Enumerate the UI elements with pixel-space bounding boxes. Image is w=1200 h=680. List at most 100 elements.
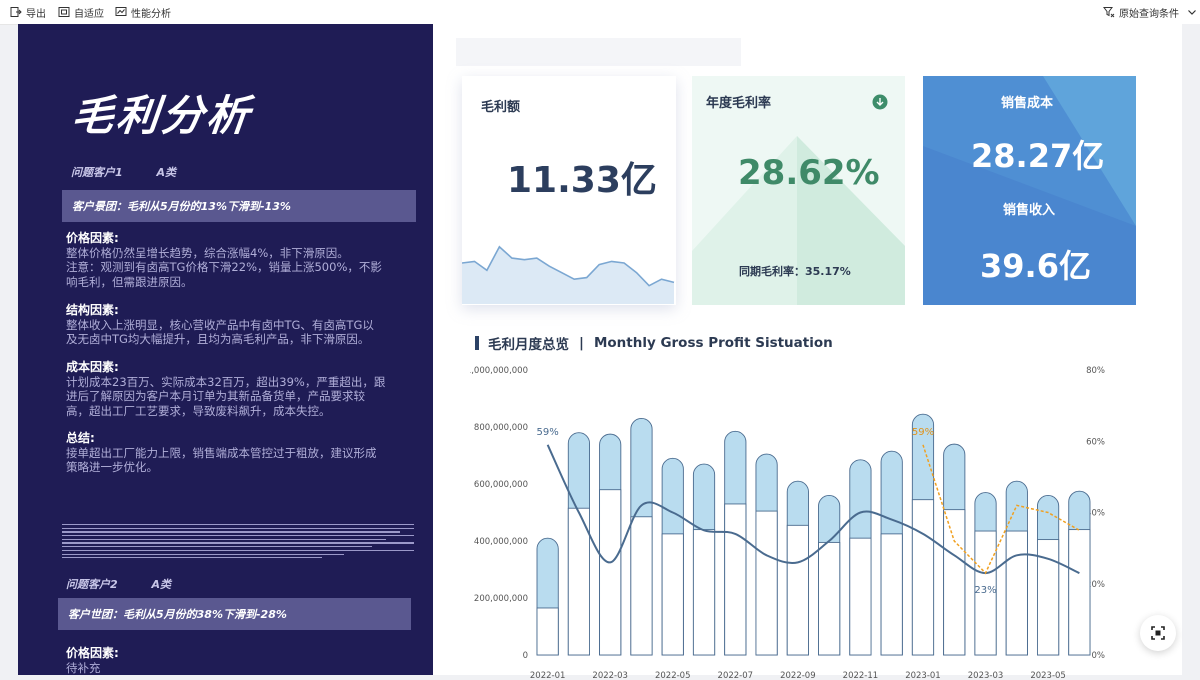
x-tick-label: 2022-11 — [843, 671, 879, 680]
section-heading: 结构因素: — [66, 303, 119, 317]
y-tick-label: 200,000,000 — [474, 594, 528, 604]
y-tick-label: 600,000,000 — [474, 480, 528, 490]
sales-cost-label: 销售成本 — [1001, 96, 1054, 111]
x-tick-label: 2023-01 — [905, 671, 941, 680]
customer1-summary-section: 总结: 接单超出工厂能力上限，销售端成本管控过于粗放，建议形成 策略进一步优化。 — [66, 431, 411, 475]
y2-tick-label: 0% — [1092, 651, 1106, 661]
chevron-down-icon — [1188, 10, 1196, 15]
x-tick-label: 2022-01 — [530, 671, 566, 680]
scroll-gutter — [1182, 24, 1200, 675]
x-tick-label: 2023-03 — [968, 671, 1004, 680]
section-heading: 价格因素: — [66, 231, 119, 245]
prior-rate-value: 35.17% — [805, 265, 851, 278]
export-label: 导出 — [26, 8, 46, 20]
prior-rate: 同期毛利率：35.17% — [739, 263, 851, 279]
customer1-cost-section: 成本因素: 计划成本23百万、实际成本32百万，超出39%，严重超出，跟 进后了… — [66, 360, 411, 418]
customer1-class: A类 — [156, 166, 177, 179]
section-line: 进后了解原因为客户本月订单为其新品备货单，产品要求较 — [66, 389, 365, 403]
y-tick-label: 400,000,000 — [474, 537, 528, 547]
focus-icon — [1151, 626, 1165, 640]
x-tick-label: 2022-07 — [718, 671, 754, 680]
data-label: 23% — [974, 585, 996, 596]
bar-inner — [599, 489, 622, 656]
panel-title: 毛利分析 — [69, 91, 255, 140]
x-tick-label: 2022-09 — [780, 671, 816, 680]
perf-analysis-button[interactable]: 性能分析 — [115, 5, 171, 20]
customer2-tag: 问题客户2 — [66, 578, 118, 591]
down-arrow-icon — [872, 94, 888, 110]
title-accent-bar — [475, 336, 479, 350]
customer1-tag: 问题客户1 — [71, 166, 123, 179]
customer1-price-section: 价格因素: 整体价格仍然呈增长趋势，综合涨幅4%，非下滑原因。 注意：观测到有卤… — [66, 231, 411, 289]
annual-rate-value: 28.62% — [738, 153, 880, 193]
customer2-tag-row: 问题客户2 A类 — [66, 576, 201, 592]
fit-screen-icon — [58, 7, 70, 17]
section-line: 响毛利，但需跟进原因。 — [66, 274, 193, 289]
performance-icon — [115, 7, 127, 16]
margin-rate-line — [546, 444, 1080, 575]
chart-title: 毛利月度总览 | Monthly Gross Profit Sistuation — [475, 333, 833, 353]
y-tick-label: 0 — [523, 651, 528, 661]
fullscreen-button[interactable] — [1140, 615, 1176, 651]
original-query-button[interactable]: 原始查询条件 — [1103, 5, 1198, 20]
bar-inner — [692, 529, 716, 656]
section-line: 高，超出工厂工艺要求，导致废料飙升，成本失控。 — [66, 403, 331, 418]
gross-profit-sparkline — [462, 245, 675, 304]
section-heading: 总结: — [66, 431, 95, 445]
export-icon — [10, 7, 22, 17]
customer1-tag-row: 问题客户1 A类 — [71, 164, 206, 180]
section-line: 注意：观测到有卤高TG价格下滑22%，销量上涨500%，不影 — [66, 260, 382, 274]
export-button[interactable]: 导出 — [10, 5, 46, 20]
original-query-label: 原始查询条件 — [1119, 8, 1179, 20]
x-tick-label: 2023-05 — [1030, 671, 1066, 680]
bar-inner — [724, 503, 747, 656]
x-tick-label: 2022-05 — [655, 671, 691, 680]
adaptive-label: 自适应 — [74, 8, 104, 20]
sales-revenue-value: 39.6亿 — [980, 247, 1091, 285]
y-tick-label: 1,000,000,000 — [470, 366, 528, 376]
decorative-stripes — [62, 524, 414, 564]
section-line: 待补充 — [66, 660, 101, 675]
bar-inner — [849, 537, 872, 656]
bar-inner — [880, 533, 903, 656]
x-tick-label: 2022-03 — [592, 671, 628, 680]
chart-title-en: Monthly Gross Profit Sistuation — [593, 335, 833, 351]
kpi-annual-rate-card: 年度毛利率 28.62% 同期毛利率：35.17% — [692, 76, 905, 305]
bar-inner — [661, 533, 684, 656]
customer2-price-section: 价格因素: 待补充 — [66, 646, 411, 675]
monthly-gross-profit-chart: 1,000,000,000 800,000,000 600,000,000 400,0… — [470, 366, 1106, 680]
customer1-structure-section: 结构因素: 整体收入上涨明显，核心营收产品中有卤中TG、有卤高TG以 及无卤中T… — [66, 303, 411, 347]
bar-inner — [1005, 530, 1028, 656]
y2-tick-label: 60% — [1086, 437, 1105, 447]
kpi-gross-profit-card: 毛利额 11.33亿 — [462, 76, 676, 305]
prior-rate-label: 同期毛利率： — [739, 265, 805, 278]
y-tick-label: 800,000,000 — [474, 423, 528, 433]
section-line: 计划成本23百万、实际成本32百万，超出39%，严重超出，跟 — [66, 374, 386, 389]
section-line: 及无卤中TG均大幅提升，且均为高毛利产品，非下滑原因。 — [66, 332, 370, 346]
chart-title-cn: 毛利月度总览 — [488, 337, 569, 353]
bar-inner — [1068, 529, 1091, 656]
bar-inner — [911, 499, 935, 656]
bar-inner — [943, 509, 966, 656]
section-heading: 成本因素: — [66, 360, 119, 374]
bar-inner — [630, 516, 653, 656]
kpi-cost-revenue-card: 销售成本 28.27亿 销售收入 39.6亿 — [923, 76, 1136, 305]
adaptive-button[interactable]: 自适应 — [58, 5, 104, 20]
customer2-class: A类 — [151, 578, 172, 591]
bar-inner — [755, 510, 778, 656]
perf-analysis-label: 性能分析 — [131, 8, 171, 20]
bar-inner — [536, 607, 559, 656]
bar-inner — [818, 541, 841, 656]
placeholder-block — [456, 38, 741, 66]
section-line: 策略进一步优化。 — [66, 460, 158, 474]
sales-cost-value: 28.27亿 — [971, 137, 1105, 175]
annual-rate-label: 年度毛利率 — [706, 96, 772, 111]
y2-tick-label: 80% — [1086, 366, 1105, 376]
analysis-panel: 毛利分析 问题客户1 A类 客户景团：毛利从5月份的13%下滑到-13% 价格因… — [18, 24, 433, 675]
bar-inner — [786, 524, 809, 656]
sales-revenue-label: 销售收入 — [1003, 203, 1056, 218]
data-label: 59% — [537, 427, 559, 438]
section-heading: 价格因素: — [66, 646, 119, 660]
section-line: 整体价格仍然呈增长趋势，综合涨幅4%，非下滑原因。 — [66, 245, 349, 260]
customer1-banner: 客户景团：毛利从5月份的13%下滑到-13% — [62, 190, 416, 222]
